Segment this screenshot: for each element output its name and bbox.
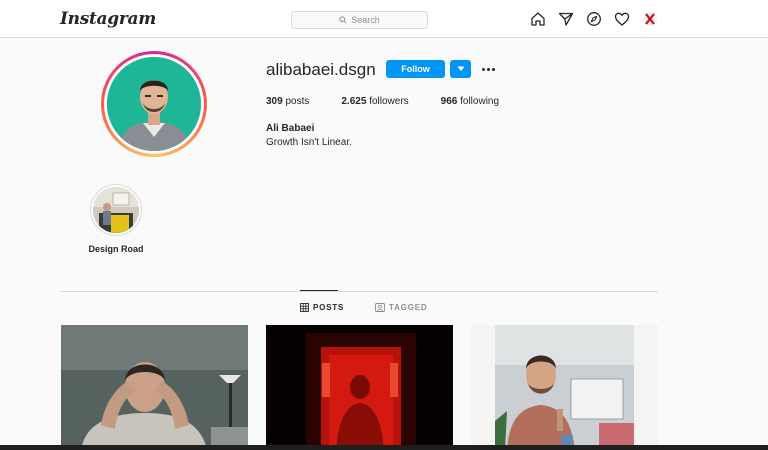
highlight-cover-illustration bbox=[93, 187, 139, 233]
story-highlight-ring bbox=[90, 184, 142, 236]
os-taskbar bbox=[0, 445, 768, 450]
instagram-logo[interactable]: Instagram bbox=[60, 9, 156, 29]
tagged-person-icon bbox=[375, 303, 385, 312]
posts-count: 309 bbox=[266, 96, 283, 107]
followers-stat[interactable]: 2.625 followers bbox=[341, 96, 408, 107]
active-tab-indicator bbox=[300, 290, 338, 291]
profile-photo bbox=[107, 57, 201, 151]
profile-avatar-large[interactable] bbox=[101, 51, 207, 157]
profile-username: alibabaei.dsgn bbox=[266, 60, 376, 79]
explore-icon[interactable] bbox=[586, 11, 602, 27]
more-dot-icon bbox=[486, 67, 490, 71]
profile-avatar[interactable] bbox=[642, 11, 658, 27]
top-nav-bar: Instagram Search bbox=[0, 0, 768, 38]
search-placeholder: Search bbox=[351, 15, 380, 25]
followers-label: followers bbox=[369, 96, 409, 107]
following-count: 966 bbox=[440, 96, 458, 107]
posts-label: posts bbox=[285, 96, 310, 107]
tab-posts[interactable]: POSTS bbox=[300, 303, 344, 312]
activity-heart-icon[interactable] bbox=[614, 11, 630, 27]
post-thumbnail[interactable] bbox=[266, 325, 453, 450]
tab-tagged[interactable]: TAGGED bbox=[375, 303, 427, 312]
followers-count: 2.625 bbox=[341, 96, 367, 107]
post-image-red-doorway bbox=[266, 325, 453, 450]
tab-posts-label: POSTS bbox=[313, 303, 345, 312]
profile-photo-illustration bbox=[107, 57, 201, 151]
home-icon[interactable] bbox=[530, 11, 546, 27]
search-icon bbox=[339, 16, 347, 24]
more-dot-icon bbox=[491, 67, 495, 71]
story-highlight-cover bbox=[93, 187, 139, 233]
search-input[interactable]: Search bbox=[291, 11, 428, 29]
following-stat[interactable]: 966 following bbox=[441, 96, 499, 107]
following-label: following bbox=[460, 96, 500, 107]
more-dot-icon bbox=[481, 67, 485, 71]
post-thumbnail[interactable] bbox=[471, 325, 658, 450]
profile-full-name: Ali Babaei bbox=[266, 123, 315, 134]
chevron-down-icon bbox=[457, 66, 464, 71]
follow-button[interactable]: Follow bbox=[386, 60, 445, 78]
posts-stat: 309 posts bbox=[266, 96, 309, 107]
story-highlight-label: Design Road bbox=[88, 244, 144, 254]
post-thumbnail[interactable] bbox=[61, 325, 248, 450]
tabs-divider bbox=[61, 291, 658, 292]
post-image-man-in-office bbox=[471, 325, 658, 450]
nav-icons bbox=[530, 11, 658, 27]
more-options-button[interactable] bbox=[478, 61, 498, 77]
grid-icon bbox=[300, 303, 309, 312]
suggested-accounts-dropdown-button[interactable] bbox=[450, 60, 471, 78]
tab-tagged-label: TAGGED bbox=[389, 303, 428, 312]
story-highlight[interactable]: Design Road bbox=[86, 184, 146, 254]
profile-stats: 309 posts 2.625 followers 966 following bbox=[266, 96, 531, 107]
profile-bio: Growth Isn't Linear. bbox=[266, 137, 352, 148]
post-image-man-holding-head bbox=[61, 325, 248, 450]
direct-icon[interactable] bbox=[558, 11, 574, 27]
